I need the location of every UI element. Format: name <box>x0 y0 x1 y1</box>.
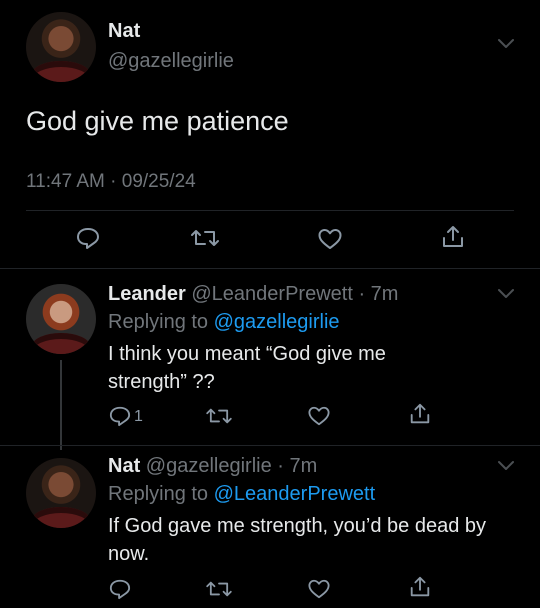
reply-icon[interactable] <box>108 405 132 427</box>
replying-to-label: Replying to <box>108 311 209 333</box>
tweet-text: God give me patience <box>26 106 289 136</box>
chevron-down-icon[interactable] <box>497 38 515 50</box>
reply-time: · 7m <box>277 455 318 477</box>
divider <box>0 445 540 446</box>
divider <box>0 268 540 269</box>
reply-text-line: now. <box>108 543 150 565</box>
replying-to-label: Replying to <box>108 483 209 505</box>
replying-to: Replying to @LeanderPrewett <box>108 483 375 506</box>
reply-time: · 7m <box>358 283 399 305</box>
replying-to: Replying to @gazellegirlie <box>108 311 340 334</box>
avatar[interactable] <box>26 458 96 528</box>
reply-text-line: If God gave me strength, you’d be dead b… <box>108 515 487 537</box>
share-icon[interactable] <box>408 402 432 426</box>
like-icon[interactable] <box>307 578 331 600</box>
replying-to-handle[interactable]: @LeanderPrewett <box>214 483 376 505</box>
reply-text-line: I think you meant “God give me <box>108 343 386 365</box>
reply-text-line: strength” ?? <box>108 371 215 393</box>
tweet-timestamp: 11:47 AM · 09/25/24 <box>26 171 196 192</box>
avatar[interactable] <box>26 12 96 82</box>
reply-count: 1 <box>134 408 143 425</box>
share-icon[interactable] <box>408 575 432 599</box>
replying-to-handle[interactable]: @gazellegirlie <box>214 311 340 333</box>
like-icon[interactable] <box>307 405 331 427</box>
retweet-icon[interactable] <box>205 406 233 426</box>
thread-line <box>60 360 62 450</box>
reply-icon[interactable] <box>108 578 132 600</box>
share-icon[interactable] <box>440 224 466 250</box>
retweet-icon[interactable] <box>205 579 233 599</box>
author-name[interactable]: Nat <box>108 20 140 43</box>
chevron-down-icon[interactable] <box>497 460 515 472</box>
chevron-down-icon[interactable] <box>497 288 515 300</box>
author-handle[interactable]: @gazellegirlie <box>108 50 234 73</box>
reply-icon[interactable] <box>75 226 101 250</box>
like-icon[interactable] <box>317 227 343 251</box>
author-handle[interactable]: @gazellegirlie <box>146 455 272 477</box>
reply-header: Nat @gazellegirlie · 7m <box>108 455 317 478</box>
divider <box>26 210 514 211</box>
reply-header: Leander @LeanderPrewett · 7m <box>108 283 398 306</box>
avatar[interactable] <box>26 284 96 354</box>
retweet-icon[interactable] <box>190 227 220 249</box>
author-name[interactable]: Nat <box>108 455 140 477</box>
author-handle[interactable]: @LeanderPrewett <box>191 283 353 305</box>
author-name[interactable]: Leander <box>108 283 186 305</box>
